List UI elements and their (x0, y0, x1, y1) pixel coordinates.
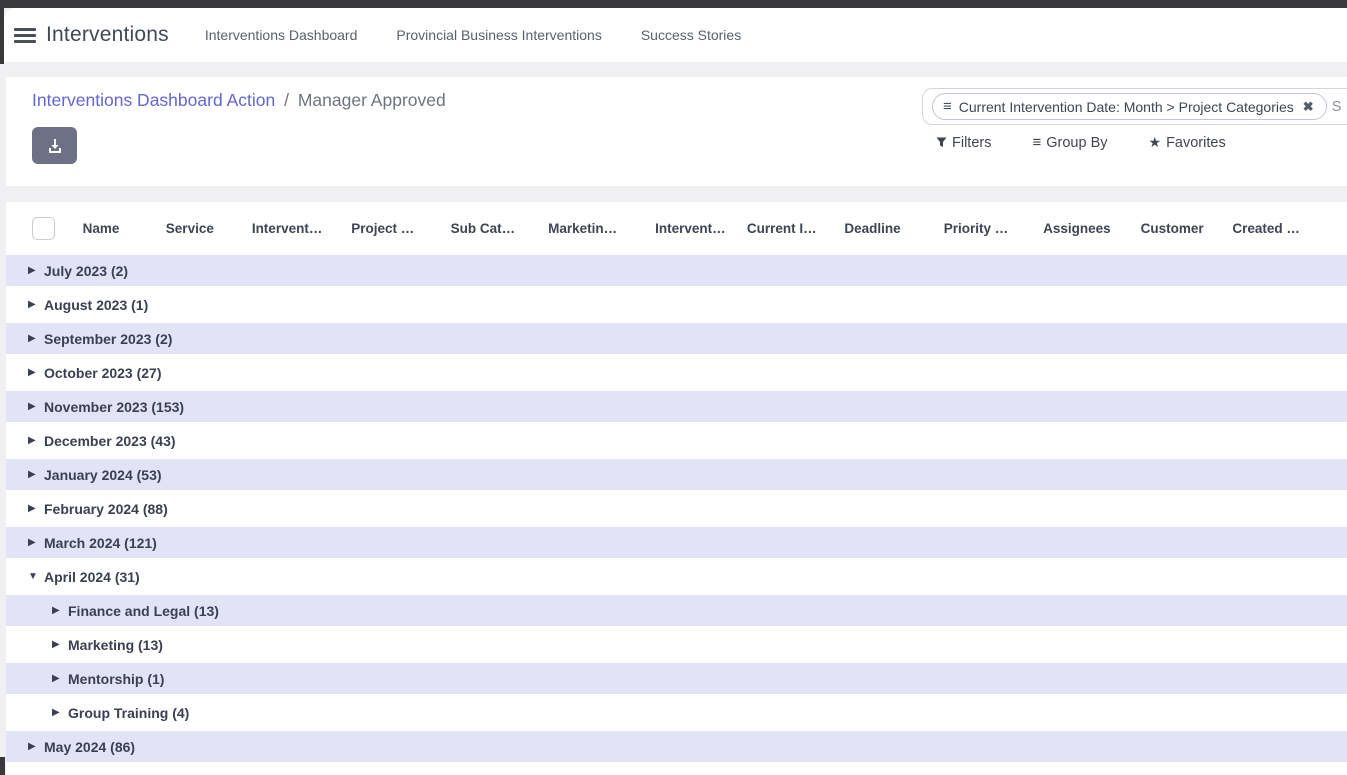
group-by-facet-icon: ≡ (933, 98, 959, 115)
group-row[interactable]: ▶ March 2024 (121) (6, 527, 1347, 558)
group-caret-icon: ▶ (28, 401, 41, 412)
star-icon: ★ (1149, 134, 1162, 151)
search-controls: Filters ≡ Group By ★ Favorites (936, 134, 1267, 151)
group-caret-icon: ▶ (28, 265, 41, 276)
group-row[interactable]: ▶ Finance and Legal (13) (6, 595, 1347, 626)
breadcrumb-parent-link[interactable]: Interventions Dashboard Action (32, 90, 275, 110)
group-caret-icon: ▶ (28, 503, 41, 514)
top-navbar: Interventions Interventions Dashboard Pr… (4, 8, 1347, 62)
group-caret-icon: ▶ (28, 333, 41, 344)
group-row[interactable]: ▶ Marketing (13) (6, 629, 1347, 660)
group-label: February 2024 (88) (44, 501, 168, 517)
group-rows: ▶ July 2023 (2) ▶ August 2023 (1) ▶ Sept… (6, 255, 1347, 762)
group-caret-icon: ▶ (52, 605, 65, 616)
menu-item-interventions-dashboard[interactable]: Interventions Dashboard (205, 17, 358, 53)
filters-label: Filters (952, 135, 991, 151)
column-header-project[interactable]: Project … (351, 221, 450, 236)
column-header-deadline[interactable]: Deadline (844, 221, 943, 236)
favorites-label: Favorites (1166, 135, 1226, 151)
group-label: April 2024 (31) (44, 569, 140, 585)
menu-item-success-stories[interactable]: Success Stories (641, 17, 741, 53)
filter-funnel-icon (936, 137, 947, 148)
group-by-label: Group By (1046, 135, 1107, 151)
group-row[interactable]: ▶ December 2023 (43) (6, 425, 1347, 456)
main-menu: Interventions Dashboard Provincial Busin… (205, 17, 780, 53)
column-header-current-intervention[interactable]: Current I… (747, 221, 844, 236)
column-header-marketing[interactable]: Marketin… (548, 221, 655, 236)
group-label: November 2023 (153) (44, 399, 184, 415)
select-all-cell (32, 217, 83, 240)
facet-label: Current Intervention Date: Month > Proje… (959, 99, 1294, 115)
group-caret-icon: ▶ (52, 639, 65, 650)
group-row[interactable]: ▼ April 2024 (31) (6, 561, 1347, 592)
favorites-button[interactable]: ★ Favorites (1149, 134, 1226, 151)
column-header-assignees[interactable]: Assignees (1043, 221, 1140, 236)
group-label: Mentorship (1) (68, 671, 164, 687)
column-header-sub-category[interactable]: Sub Cat… (451, 221, 548, 236)
group-label: March 2024 (121) (44, 535, 157, 551)
menu-item-provincial-business-interventions[interactable]: Provincial Business Interventions (396, 17, 601, 53)
group-label: October 2023 (27) (44, 365, 162, 381)
search-input[interactable]: ≡ Current Intervention Date: Month > Pro… (922, 88, 1347, 125)
group-row[interactable]: ▶ January 2024 (53) (6, 459, 1347, 490)
apps-menu-icon[interactable] (14, 25, 36, 46)
group-label: September 2023 (2) (44, 331, 172, 347)
column-header-name[interactable]: Name (83, 221, 166, 236)
group-label: May 2024 (86) (44, 739, 135, 755)
filters-button[interactable]: Filters (936, 135, 991, 151)
control-panel: Interventions Dashboard Action / Manager… (6, 77, 1347, 186)
column-header-intervention-1[interactable]: Intervent… (252, 221, 351, 236)
group-row[interactable]: ▶ May 2024 (86) (6, 731, 1347, 762)
group-row[interactable]: ▶ October 2023 (27) (6, 357, 1347, 388)
group-caret-icon: ▶ (52, 673, 65, 684)
window-chrome-notch (0, 757, 5, 775)
select-all-checkbox[interactable] (32, 217, 55, 240)
group-label: December 2023 (43) (44, 433, 176, 449)
group-caret-icon: ▶ (28, 469, 41, 480)
window-chrome-left (0, 0, 4, 64)
group-row[interactable]: ▶ July 2023 (2) (6, 255, 1347, 286)
column-header-intervention-2[interactable]: Intervent… (655, 221, 747, 236)
group-caret-icon: ▶ (28, 299, 41, 310)
breadcrumb-current: Manager Approved (298, 90, 446, 110)
breadcrumb: Interventions Dashboard Action / Manager… (32, 90, 446, 111)
group-row[interactable]: ▶ November 2023 (153) (6, 391, 1347, 422)
group-by-button[interactable]: ≡ Group By (1032, 134, 1107, 151)
group-row[interactable]: ▶ Group Training (4) (6, 697, 1347, 728)
group-label: Marketing (13) (68, 637, 163, 653)
group-caret-icon: ▶ (28, 367, 41, 378)
group-row[interactable]: ▶ Mentorship (1) (6, 663, 1347, 694)
column-header-customer[interactable]: Customer (1141, 221, 1233, 236)
group-label: Group Training (4) (68, 705, 189, 721)
group-caret-icon: ▶ (28, 741, 41, 752)
group-caret-icon: ▼ (28, 571, 41, 582)
app-title[interactable]: Interventions (46, 23, 169, 47)
list-view: Name Service Intervent… Project … Sub Ca… (6, 202, 1347, 775)
group-label: July 2023 (2) (44, 263, 128, 279)
column-header-priority[interactable]: Priority … (944, 221, 1043, 236)
search-placeholder-clipped: S (1332, 99, 1342, 115)
group-row[interactable]: ▶ February 2024 (88) (6, 493, 1347, 524)
facet-remove-icon[interactable]: ✖ (1294, 99, 1322, 115)
group-row[interactable]: ▶ September 2023 (2) (6, 323, 1347, 354)
group-caret-icon: ▶ (28, 435, 41, 446)
download-icon (47, 138, 63, 154)
export-download-button[interactable] (32, 127, 77, 164)
group-caret-icon: ▶ (28, 537, 41, 548)
breadcrumb-separator: / (284, 90, 289, 110)
group-label: August 2023 (1) (44, 297, 148, 313)
group-caret-icon: ▶ (52, 707, 65, 718)
search-facet: ≡ Current Intervention Date: Month > Pro… (932, 93, 1327, 120)
group-row[interactable]: ▶ August 2023 (1) (6, 289, 1347, 320)
group-label: January 2024 (53) (44, 467, 162, 483)
column-header-created[interactable]: Created … (1232, 221, 1347, 236)
table-header-row: Name Service Intervent… Project … Sub Ca… (6, 202, 1347, 255)
window-chrome-top (0, 0, 1347, 8)
column-header-service[interactable]: Service (166, 221, 252, 236)
group-by-icon: ≡ (1032, 134, 1041, 151)
group-label: Finance and Legal (13) (68, 603, 219, 619)
